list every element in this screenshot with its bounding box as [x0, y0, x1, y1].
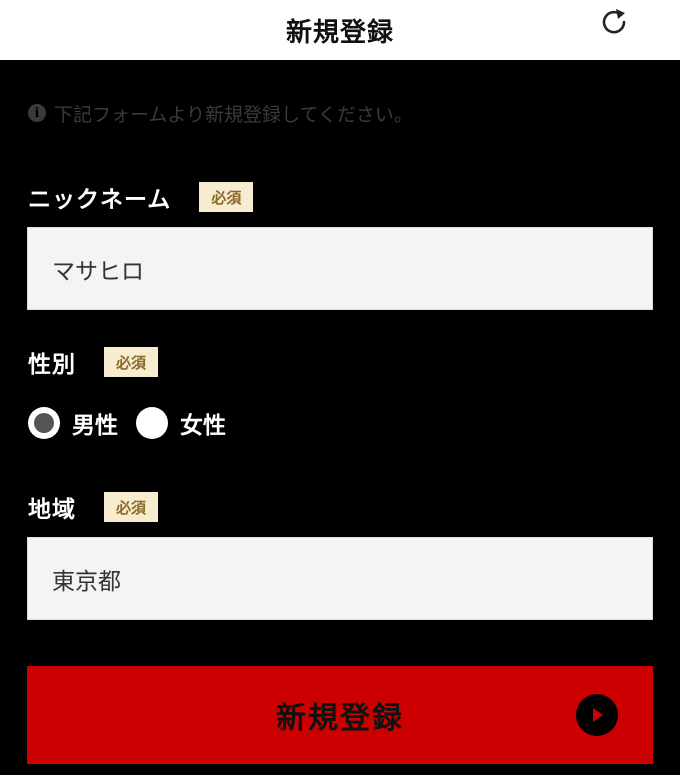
submit-label: 新規登録	[276, 701, 404, 736]
region-label-row: 地域 必須	[28, 490, 159, 524]
nickname-input[interactable]: マサヒロ	[27, 227, 653, 310]
radio-unchecked-icon[interactable]	[136, 407, 168, 439]
notice-text: 下記フォームより新規登録してください。	[54, 103, 413, 126]
required-badge: 必須	[199, 182, 254, 212]
gender-option-label: 男性	[72, 413, 118, 439]
form-notice: i 下記フォームより新規登録してください。	[28, 100, 413, 126]
required-badge: 必須	[104, 347, 159, 377]
nickname-label-row: ニックネーム 必須	[28, 180, 254, 214]
region-label: 地域	[28, 497, 76, 523]
page-title: 新規登録	[285, 17, 394, 48]
gender-option-label: 女性	[180, 413, 226, 439]
refresh-button[interactable]	[598, 5, 630, 37]
register-submit-button[interactable]: 新規登録	[27, 666, 653, 764]
required-badge: 必須	[104, 492, 159, 522]
gender-option-female[interactable]: 女性	[136, 406, 226, 440]
info-icon: i	[28, 104, 46, 122]
gender-option-male[interactable]: 男性	[28, 406, 118, 440]
radio-checked-icon[interactable]	[28, 407, 60, 439]
app-header: 新規登録	[0, 0, 680, 60]
region-select[interactable]: 東京都	[27, 537, 653, 620]
gender-label-row: 性別 必須	[28, 345, 159, 379]
refresh-icon	[602, 9, 626, 34]
gender-label: 性別	[28, 352, 76, 378]
play-circle-icon	[576, 694, 618, 736]
gender-radio-group: 男性 女性	[28, 406, 244, 440]
nickname-label: ニックネーム	[28, 187, 172, 213]
